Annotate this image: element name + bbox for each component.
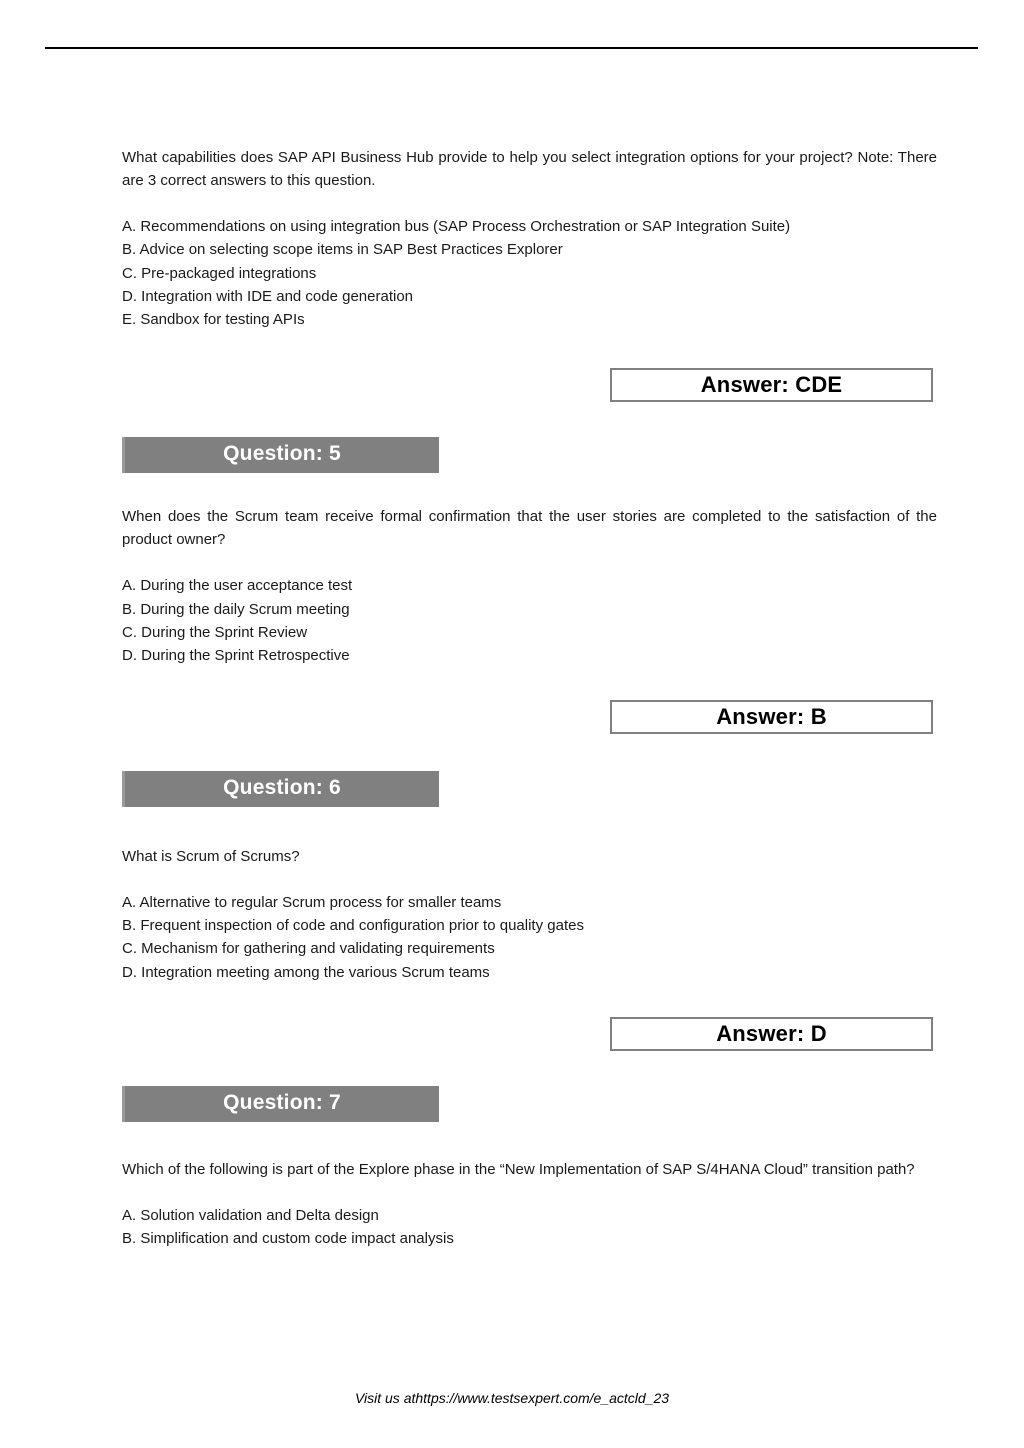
option-item[interactable]: C. Pre-packaged integrations bbox=[122, 262, 937, 285]
question-block: Question: 6 What is Scrum of Scrums? A. … bbox=[122, 770, 937, 1055]
option-list: A. Alternative to regular Scrum process … bbox=[122, 891, 937, 984]
answer-row: Answer: D bbox=[122, 1016, 937, 1055]
option-item[interactable]: D. Integration meeting among the various… bbox=[122, 961, 937, 984]
option-item[interactable]: A. During the user acceptance test bbox=[122, 574, 937, 597]
page-footer: Visit us athttps://www.testsexpert.com/e… bbox=[354, 1390, 670, 1406]
option-item[interactable]: C. Mechanism for gathering and validatin… bbox=[122, 937, 937, 960]
option-list: A. Solution validation and Delta design … bbox=[122, 1204, 937, 1251]
question-block: What capabilities does SAP API Business … bbox=[122, 146, 937, 406]
question-stem: What capabilities does SAP API Business … bbox=[122, 149, 937, 189]
option-list: A. During the user acceptance test B. Du… bbox=[122, 574, 937, 667]
question-content: What capabilities does SAP API Business … bbox=[122, 146, 937, 1250]
option-list: A. Recommendations on using integration … bbox=[122, 215, 937, 331]
option-item[interactable]: C. During the Sprint Review bbox=[122, 621, 937, 644]
answer-row: Answer: CDE bbox=[122, 368, 937, 406]
question-block: Question: 5 When does the Scrum team rec… bbox=[122, 437, 937, 737]
option-item[interactable]: A. Alternative to regular Scrum process … bbox=[122, 891, 937, 914]
header-rule bbox=[45, 47, 978, 49]
option-item[interactable]: A. Solution validation and Delta design bbox=[122, 1204, 937, 1227]
question-header: Question: 6 bbox=[122, 770, 439, 807]
question-header: Question: 7 bbox=[122, 1085, 439, 1122]
option-item[interactable]: A. Recommendations on using integration … bbox=[122, 215, 937, 238]
question-block: Question: 7 Which of the following is pa… bbox=[122, 1085, 937, 1251]
question-stem: When does the Scrum team receive formal … bbox=[122, 508, 937, 549]
question-header: Question: 5 bbox=[122, 437, 439, 474]
answer-box: Answer: CDE bbox=[610, 368, 933, 403]
option-item[interactable]: B. During the daily Scrum meeting bbox=[122, 598, 937, 621]
option-item[interactable]: E. Sandbox for testing APIs bbox=[122, 308, 937, 331]
question-stem: Which of the following is part of the Ex… bbox=[122, 1160, 915, 1178]
question-stem: What is Scrum of Scrums? bbox=[122, 847, 300, 865]
exam-page: What capabilities does SAP API Business … bbox=[0, 0, 1024, 1448]
option-item[interactable]: B. Frequent inspection of code and confi… bbox=[122, 914, 937, 937]
answer-box: Answer: D bbox=[610, 1016, 933, 1051]
option-item[interactable]: D. Integration with IDE and code generat… bbox=[122, 285, 937, 308]
option-item[interactable]: D. During the Sprint Retrospective bbox=[122, 644, 937, 667]
option-item[interactable]: B. Advice on selecting scope items in SA… bbox=[122, 238, 937, 261]
answer-box: Answer: B bbox=[610, 699, 933, 734]
option-item[interactable]: B. Simplification and custom code impact… bbox=[122, 1227, 937, 1250]
answer-row: Answer: B bbox=[122, 699, 937, 738]
